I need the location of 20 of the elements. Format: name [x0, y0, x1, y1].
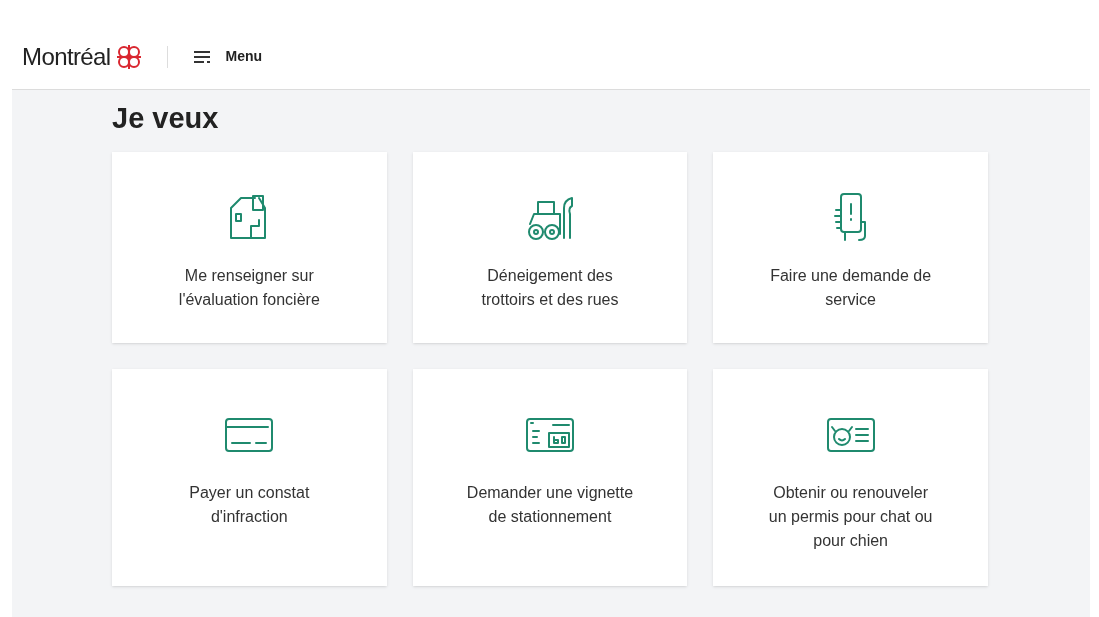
- service-card[interactable]: Faire une demande de service: [713, 152, 988, 343]
- parking-sticker-icon: [525, 417, 575, 453]
- card-icon: [224, 417, 275, 453]
- card-label: Me renseigner sur l'évaluation foncière: [177, 266, 321, 310]
- page-title: Je veux: [112, 101, 220, 136]
- card-label: Faire une demande de service: [769, 266, 933, 310]
- service-card[interactable]: Me renseigner sur l'évaluation foncière: [112, 152, 387, 343]
- flower-logo-icon: [114, 42, 143, 71]
- service-card[interactable]: Demander une vignette de stationnement: [412, 369, 688, 586]
- pet-id-icon: [825, 417, 876, 453]
- logo-text: Montréal: [22, 41, 111, 72]
- menu-icon: [193, 50, 210, 63]
- card-label: Obtenir ou renouveler un permis pour chat ou pour chien: [767, 483, 934, 551]
- service-card[interactable]: Payer un constat d'infraction: [112, 369, 387, 586]
- card-label: Demander une vignette de stationnement: [465, 483, 635, 527]
- service-card[interactable]: Obtenir ou renouveler un permis pour chat ou pour chien: [713, 369, 988, 586]
- menu-button[interactable]: Menu: [193, 46, 263, 67]
- card-label: Payer un constat d'infraction: [188, 483, 311, 527]
- card-label: Déneigement des trottoirs et des rues: [480, 266, 620, 310]
- service-card[interactable]: Déneigement des trottoirs et des rues: [412, 152, 688, 343]
